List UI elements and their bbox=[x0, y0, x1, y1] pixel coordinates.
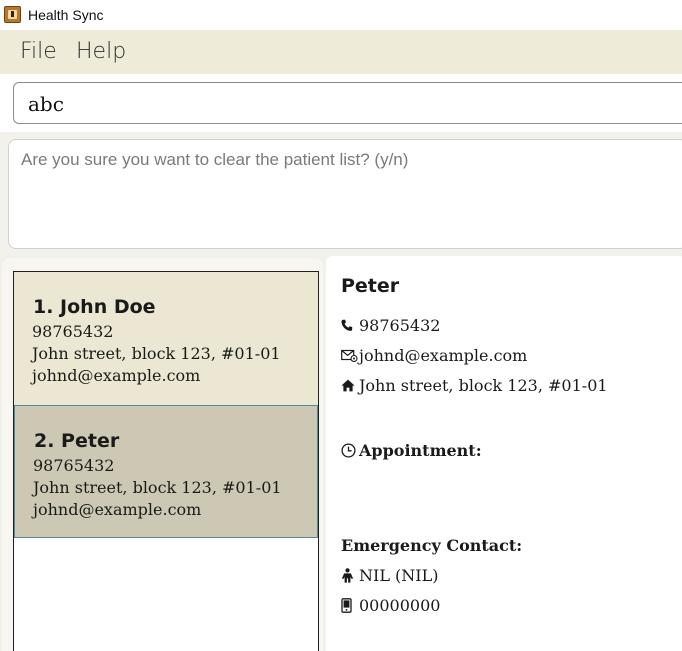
patient-address: John street, block 123, #01-01 bbox=[32, 344, 281, 363]
detail-email-row: johnd@example.com bbox=[341, 346, 527, 365]
result-panel: Are you sure you want to clear the patie… bbox=[0, 132, 682, 256]
detail-emergency-name-row: NIL (NIL) bbox=[341, 566, 438, 585]
result-message: Are you sure you want to clear the patie… bbox=[21, 150, 409, 169]
title-bar: Health Sync bbox=[0, 0, 682, 30]
emergency-contact-phone: 00000000 bbox=[359, 596, 441, 615]
email-icon bbox=[341, 349, 359, 362]
patient-list[interactable]: 1. John Doe 98765432 John street, block … bbox=[13, 271, 319, 651]
patient-name: 1. John Doe bbox=[33, 296, 156, 318]
appointment-label: Appointment: bbox=[359, 441, 482, 460]
detail-phone-row: 98765432 bbox=[341, 316, 440, 335]
menu-help[interactable]: Help bbox=[76, 39, 126, 64]
emergency-contact-label: Emergency Contact: bbox=[341, 536, 523, 555]
home-icon bbox=[341, 379, 359, 392]
detail-email: johnd@example.com bbox=[359, 346, 528, 365]
detail-address: John street, block 123, #01-01 bbox=[359, 376, 608, 395]
patient-name: 2. Peter bbox=[34, 430, 120, 452]
command-panel: abc bbox=[0, 74, 682, 132]
patient-address: John street, block 123, #01-01 bbox=[33, 478, 282, 497]
detail-appointment-row: Appointment: bbox=[341, 441, 482, 460]
patient-list-panel: 1. John Doe 98765432 John street, block … bbox=[2, 258, 323, 651]
detail-name: Peter bbox=[341, 275, 400, 297]
patient-email: johnd@example.com bbox=[32, 366, 201, 385]
main-content: 1. John Doe 98765432 John street, block … bbox=[0, 256, 682, 651]
patient-detail-panel: Peter 98765432 johnd@example.com John st… bbox=[326, 256, 682, 651]
emergency-contact-name: NIL (NIL) bbox=[359, 566, 439, 585]
detail-emergency-phone-row: 00000000 bbox=[341, 596, 440, 615]
clock-icon bbox=[341, 443, 359, 458]
window-title: Health Sync bbox=[28, 7, 104, 23]
patient-phone: 98765432 bbox=[32, 322, 114, 341]
patient-email: johnd@example.com bbox=[33, 500, 202, 519]
app-icon bbox=[4, 6, 21, 23]
detail-address-row: John street, block 123, #01-01 bbox=[341, 376, 608, 395]
menu-bar: File Help bbox=[0, 30, 682, 74]
command-input-value: abc bbox=[28, 92, 64, 116]
patient-card[interactable]: 1. John Doe 98765432 John street, block … bbox=[14, 272, 318, 405]
command-input[interactable]: abc bbox=[13, 82, 682, 124]
patient-card-selected[interactable]: 2. Peter 98765432 John street, block 123… bbox=[14, 405, 318, 538]
detail-phone: 98765432 bbox=[359, 316, 441, 335]
mobile-icon bbox=[341, 598, 359, 613]
menu-file[interactable]: File bbox=[20, 39, 57, 64]
phone-icon bbox=[341, 319, 359, 332]
detail-emergency-row: Emergency Contact: bbox=[341, 536, 522, 555]
patient-phone: 98765432 bbox=[33, 456, 115, 475]
result-display[interactable]: Are you sure you want to clear the patie… bbox=[8, 139, 682, 249]
person-icon bbox=[341, 568, 359, 583]
